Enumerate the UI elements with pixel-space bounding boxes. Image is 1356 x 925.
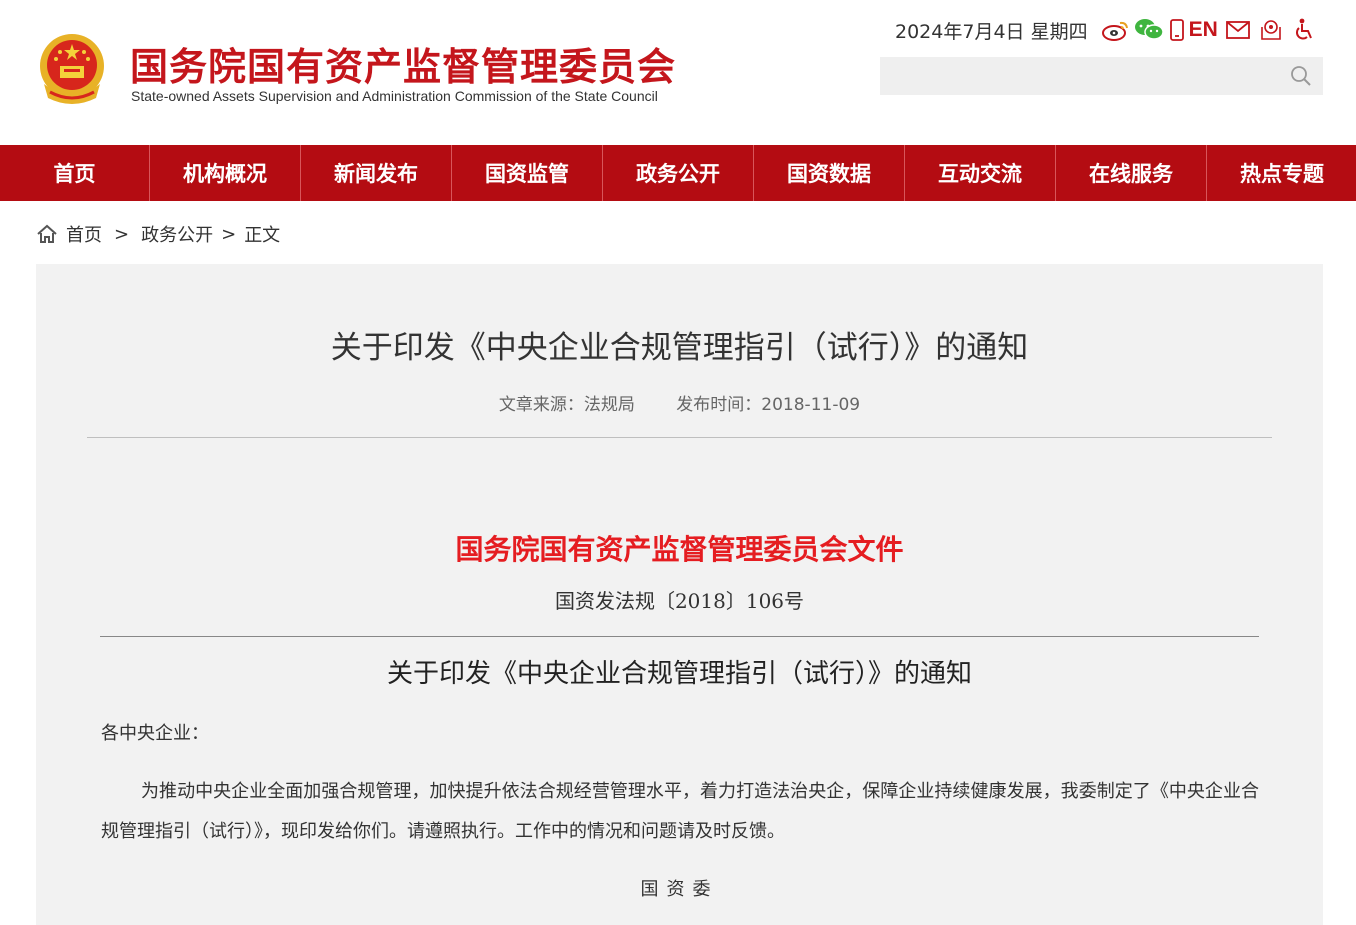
- breadcrumb-current: 正文: [244, 225, 281, 246]
- breadcrumb-section[interactable]: 政务公开: [141, 221, 213, 247]
- document-title: 关于印发《中央企业合规管理指引（试行）》的通知: [386, 659, 972, 689]
- document-number: 国资发法规〔2018〕106号: [554, 589, 805, 613]
- site-header: 国务院国有资产监督管理委员会 State-owned Assets Superv…: [0, 0, 1356, 145]
- breadcrumb: 首页 > 政务公开 > 正文: [36, 221, 280, 247]
- nav-item-supervision[interactable]: 国资监管: [452, 145, 603, 201]
- breadcrumb-separator: >: [114, 223, 130, 245]
- mail-icon[interactable]: [1223, 17, 1253, 43]
- site-subtitle: State-owned Assets Supervision and Admin…: [131, 88, 658, 104]
- article-publish-date: 发布时间：2018-11-09: [676, 395, 861, 415]
- article-panel: 关于印发《中央企业合规管理指引（试行）》的通知 文章来源：法规局 发布时间：20…: [36, 264, 1323, 925]
- home-icon[interactable]: [36, 223, 58, 245]
- search-box: [880, 57, 1323, 95]
- article-title: 关于印发《中央企业合规管理指引（试行）》的通知: [330, 330, 1029, 366]
- signature: 国资委: [640, 879, 719, 900]
- body-paragraph: 为推动中央企业全面加强合规管理，加快提升依法合规经营管理水平，着力打造法治央企，…: [101, 781, 1259, 842]
- breadcrumb-home[interactable]: 首页: [66, 221, 102, 247]
- map-pin-icon[interactable]: [1256, 17, 1286, 43]
- main-nav: 首页 机构概况 新闻发布 国资监管 政务公开 国资数据 互动交流 在线服务 热点…: [0, 145, 1356, 201]
- divider: [100, 636, 1259, 637]
- nav-item-topics[interactable]: 热点专题: [1207, 145, 1356, 201]
- search-input[interactable]: [880, 57, 1280, 95]
- salutation: 各中央企业：: [101, 723, 209, 744]
- nav-item-gov-affairs[interactable]: 政务公开: [603, 145, 754, 201]
- english-version-link[interactable]: EN: [1189, 18, 1218, 42]
- nav-item-services[interactable]: 在线服务: [1056, 145, 1207, 201]
- national-emblem-logo[interactable]: [36, 32, 108, 108]
- nav-item-interaction[interactable]: 互动交流: [905, 145, 1056, 201]
- accessibility-icon[interactable]: [1289, 17, 1319, 43]
- top-toolbar: 2024年7月4日 星期四 EN: [895, 15, 1319, 45]
- breadcrumb-separator: >: [221, 223, 237, 245]
- search-icon[interactable]: [1289, 64, 1313, 88]
- site-title[interactable]: 国务院国有资产监督管理委员会: [130, 36, 676, 91]
- nav-item-about[interactable]: 机构概况: [150, 145, 301, 201]
- document-header: 国务院国有资产监督管理委员会文件: [455, 533, 904, 566]
- article-source: 文章来源：法规局: [498, 395, 635, 415]
- divider: [87, 437, 1272, 438]
- article-meta: 文章来源：法规局 发布时间：2018-11-09: [36, 390, 1323, 415]
- wechat-icon[interactable]: [1134, 17, 1164, 43]
- current-date: 2024年7月4日 星期四: [895, 20, 1088, 43]
- nav-item-home[interactable]: 首页: [0, 145, 150, 201]
- weibo-icon[interactable]: [1101, 17, 1131, 43]
- nav-item-data[interactable]: 国资数据: [754, 145, 905, 201]
- nav-item-news[interactable]: 新闻发布: [301, 145, 452, 201]
- mobile-icon[interactable]: [1167, 17, 1187, 43]
